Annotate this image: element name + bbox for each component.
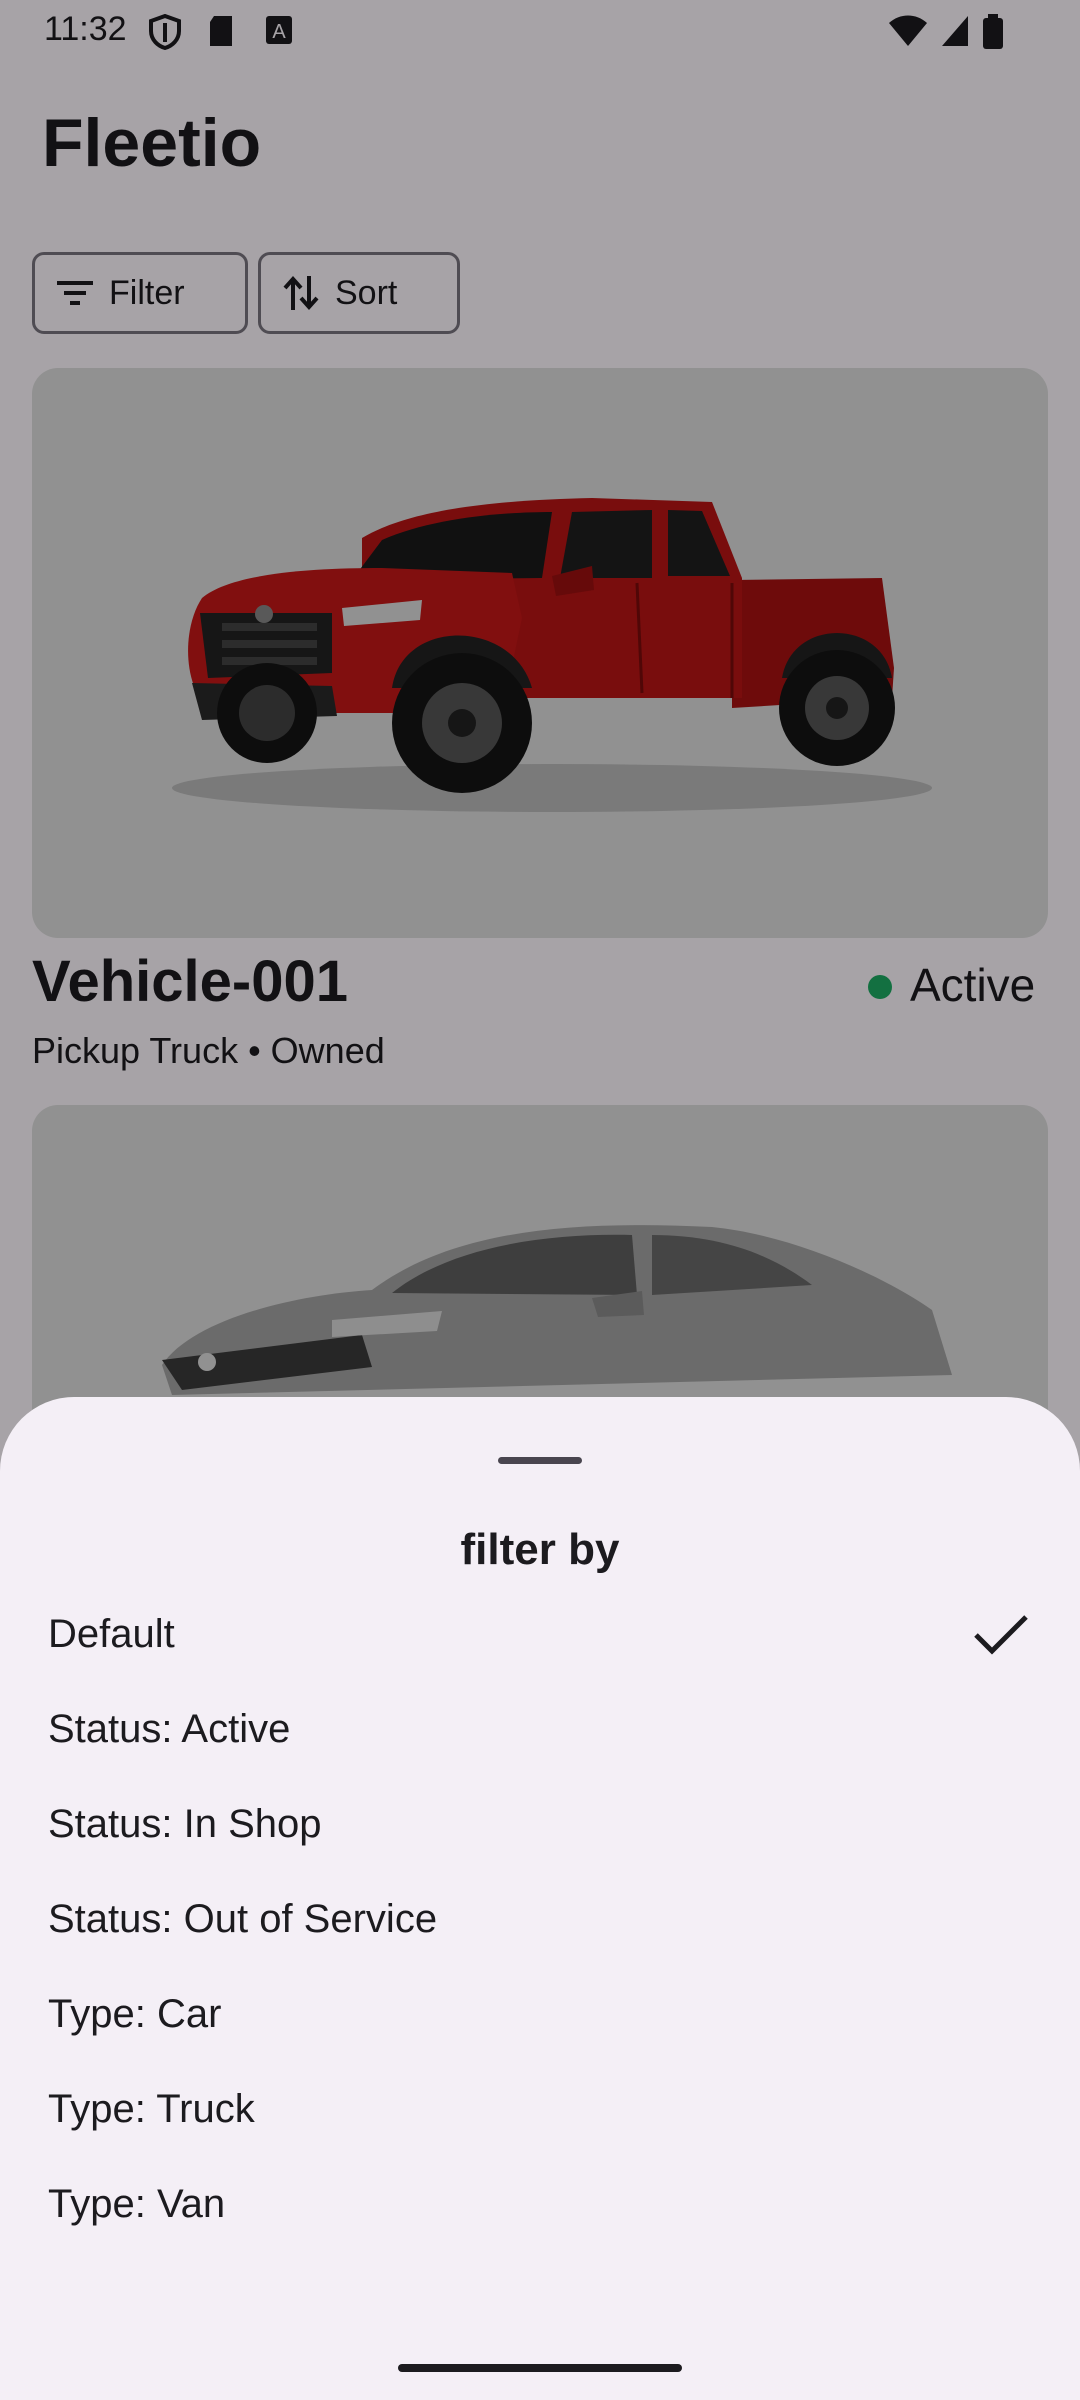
filter-option-label: Type: Truck [48,2087,255,2131]
filter-option-status-active[interactable]: Status: Active [0,1682,1080,1777]
sheet-drag-handle[interactable] [498,1457,582,1464]
gesture-navigation-bar[interactable] [398,2364,682,2372]
sheet-title: filter by [460,1525,620,1574]
filter-option-status-in-shop[interactable]: Status: In Shop [0,1777,1080,1872]
check-icon [972,1611,1030,1664]
filter-option-type-van[interactable]: Type: Van [0,2157,1080,2252]
filter-option-label: Type: Car [48,1992,222,2036]
fleet-app: 11:32 A Fleetio Filter Sort Vehicle-001 … [0,0,1080,2400]
filter-option-type-truck[interactable]: Type: Truck [0,2062,1080,2157]
filter-option-type-car[interactable]: Type: Car [0,1967,1080,2062]
filter-option-default[interactable]: Default [0,1587,1080,1682]
filter-option-label: Status: Active [48,1707,291,1751]
filter-option-label: Status: In Shop [48,1802,322,1846]
filter-option-status-out-of-service[interactable]: Status: Out of Service [0,1872,1080,1967]
filter-option-label: Default [48,1612,175,1656]
filter-option-label: Type: Van [48,2182,226,2226]
filter-option-label: Status: Out of Service [48,1897,438,1941]
